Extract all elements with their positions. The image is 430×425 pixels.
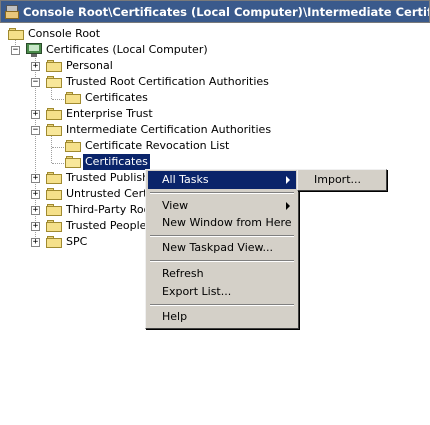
tree-node-label: Certificates: [85, 91, 148, 104]
open-folder-icon: [46, 76, 63, 89]
menu-item-label: View: [162, 199, 189, 212]
mmc-console-icon: [5, 4, 19, 19]
menu-item-label: Import...: [314, 173, 361, 186]
folder-icon: [46, 188, 63, 201]
tree-node-label: Certificates (Local Computer): [46, 43, 208, 56]
certificate-snapin-icon: [26, 43, 42, 57]
expand-icon[interactable]: +: [31, 190, 40, 199]
menu-item-help[interactable]: Help: [148, 308, 296, 326]
menu-item-label: New Window from Here: [162, 216, 292, 229]
expand-icon[interactable]: +: [31, 174, 40, 183]
menu-separator: [150, 260, 294, 262]
tree-node-certificates-local-computer[interactable]: − Certificates (Local Computer): [0, 42, 220, 58]
tree-node-crl[interactable]: Certificate Revocation List: [0, 138, 229, 154]
collapse-icon[interactable]: −: [31, 126, 40, 135]
folder-icon: [46, 220, 63, 233]
tree-node-label: Third-Party Rool: [66, 203, 154, 216]
tree-node-trusted-publishers[interactable]: + Trusted Publishe: [0, 170, 156, 186]
tree-node-label: Intermediate Certification Authorities: [66, 123, 272, 136]
menu-item-label: Help: [162, 310, 188, 323]
tree-node-label: Trusted Root Certification Authorities: [66, 75, 269, 88]
tree-node-console-root[interactable]: Console Root: [0, 26, 120, 42]
expand-icon[interactable]: +: [31, 206, 40, 215]
expand-icon[interactable]: +: [31, 238, 40, 247]
expand-icon[interactable]: +: [31, 222, 40, 231]
folder-icon: [46, 60, 63, 73]
context-menu[interactable]: All Tasks View New Window from Here New …: [145, 169, 299, 329]
folder-icon: [65, 92, 82, 105]
folder-icon: [46, 204, 63, 217]
menu-item-label: New Taskpad View...: [162, 241, 274, 254]
tree-node-trusted-root[interactable]: − Trusted Root Certification Authorities: [0, 74, 269, 90]
folder-icon: [8, 28, 24, 41]
tree-node-label: Trusted People: [66, 219, 147, 232]
menu-separator: [150, 192, 294, 194]
tree-node-third-party-root[interactable]: + Third-Party Rool: [0, 202, 153, 218]
window-title: Console Root\Certificates (Local Compute…: [23, 4, 430, 19]
collapse-icon[interactable]: −: [31, 78, 40, 87]
expand-icon[interactable]: +: [31, 62, 40, 71]
open-folder-icon: [46, 124, 63, 137]
menu-item-export-list[interactable]: Export List...: [148, 283, 296, 301]
tree-node-intermediate-ca[interactable]: − Intermediate Certification Authorities: [0, 122, 271, 138]
tree-node-untrusted-certificates[interactable]: + Untrusted Certif: [0, 186, 154, 202]
tree-node-label: Certificate Revocation List: [85, 139, 230, 152]
menu-item-all-tasks[interactable]: All Tasks: [148, 171, 296, 189]
tree-node-spc[interactable]: + SPC: [0, 234, 120, 250]
menu-item-new-taskpad-view[interactable]: New Taskpad View...: [148, 239, 296, 257]
submenu-arrow-icon: [286, 176, 290, 184]
tree-node-label: Enterprise Trust: [66, 107, 153, 120]
open-folder-icon: [65, 156, 82, 169]
tree-node-label-selected: Certificates: [82, 153, 151, 171]
menu-item-import[interactable]: Import...: [300, 171, 384, 189]
menu-item-label: Refresh: [162, 267, 204, 280]
menu-item-view[interactable]: View: [148, 197, 296, 215]
menu-item-new-window[interactable]: New Window from Here: [148, 214, 296, 232]
all-tasks-submenu[interactable]: Import...: [297, 169, 387, 191]
tree-node-label: Untrusted Certif: [66, 187, 155, 200]
folder-icon: [46, 236, 63, 249]
tree-node-label: Trusted Publishe: [66, 171, 156, 184]
collapse-icon[interactable]: −: [11, 46, 20, 55]
tree-node-trusted-root-certificates[interactable]: Certificates: [0, 90, 160, 106]
tree-node-label: Personal: [66, 59, 113, 72]
menu-separator: [150, 235, 294, 237]
folder-icon: [46, 172, 63, 185]
folder-icon: [65, 140, 82, 153]
tree-node-trusted-people[interactable]: + Trusted People: [0, 218, 146, 234]
menu-item-label: All Tasks: [162, 173, 209, 186]
tree-node-label: Console Root: [28, 27, 101, 40]
tree-node-intermediate-certificates[interactable]: Certificates: [0, 153, 151, 171]
menu-separator: [150, 304, 294, 306]
window-title-bar[interactable]: Console Root\Certificates (Local Compute…: [0, 0, 430, 23]
menu-item-refresh[interactable]: Refresh: [148, 265, 296, 283]
submenu-arrow-icon: [286, 202, 290, 210]
tree-node-enterprise-trust[interactable]: + Enterprise Trust: [0, 106, 160, 122]
menu-item-label: Export List...: [162, 285, 232, 298]
tree-node-personal[interactable]: + Personal: [0, 58, 130, 74]
tree-node-label: SPC: [66, 235, 88, 248]
expand-icon[interactable]: +: [31, 110, 40, 119]
folder-icon: [46, 108, 63, 121]
